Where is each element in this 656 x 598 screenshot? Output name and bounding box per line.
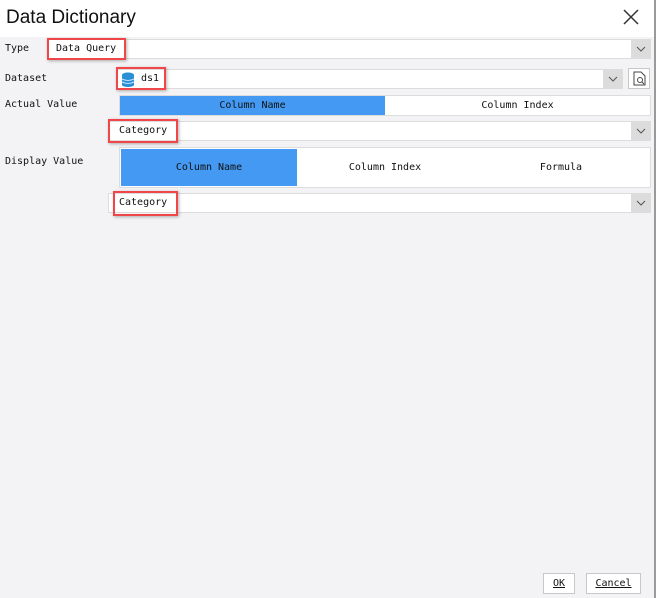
highlight-box <box>108 119 178 143</box>
actual-value-label: Actual Value <box>5 99 78 110</box>
type-select[interactable]: Data Query <box>47 39 651 59</box>
tab-column-name[interactable]: Column Name <box>121 149 297 186</box>
tab-column-name[interactable]: Column Name <box>120 96 385 115</box>
chevron-down-icon[interactable] <box>631 40 650 58</box>
chevron-down-icon[interactable] <box>631 122 650 140</box>
actual-value-mode-tabs: Column Name Column Index <box>119 95 651 116</box>
highlight-box <box>116 67 166 90</box>
cancel-button[interactable]: Cancel <box>586 573 641 594</box>
close-icon[interactable] <box>620 6 642 28</box>
chevron-down-icon[interactable] <box>631 194 650 212</box>
highlight-box <box>47 38 126 60</box>
ok-button[interactable]: OK <box>543 573 575 594</box>
dataset-label: Dataset <box>5 73 48 84</box>
highlight-box <box>113 191 178 216</box>
display-value-mode-tabs: Column Name Column Index Formula <box>119 147 651 188</box>
tab-formula[interactable]: Formula <box>473 149 649 186</box>
dataset-select[interactable]: ds1 <box>116 69 623 89</box>
type-label: Type <box>5 43 30 54</box>
preview-icon <box>633 71 645 86</box>
tab-column-index[interactable]: Column Index <box>297 149 473 186</box>
preview-dataset-button[interactable] <box>628 68 650 89</box>
dialog-title: Data Dictionary <box>6 7 136 28</box>
tab-column-index[interactable]: Column Index <box>385 96 650 115</box>
actual-value-column-select[interactable]: Category <box>108 121 651 141</box>
display-value-column-select[interactable]: Category <box>108 193 651 213</box>
chevron-down-icon[interactable] <box>603 70 622 88</box>
display-value-label: Display Value <box>5 156 84 167</box>
